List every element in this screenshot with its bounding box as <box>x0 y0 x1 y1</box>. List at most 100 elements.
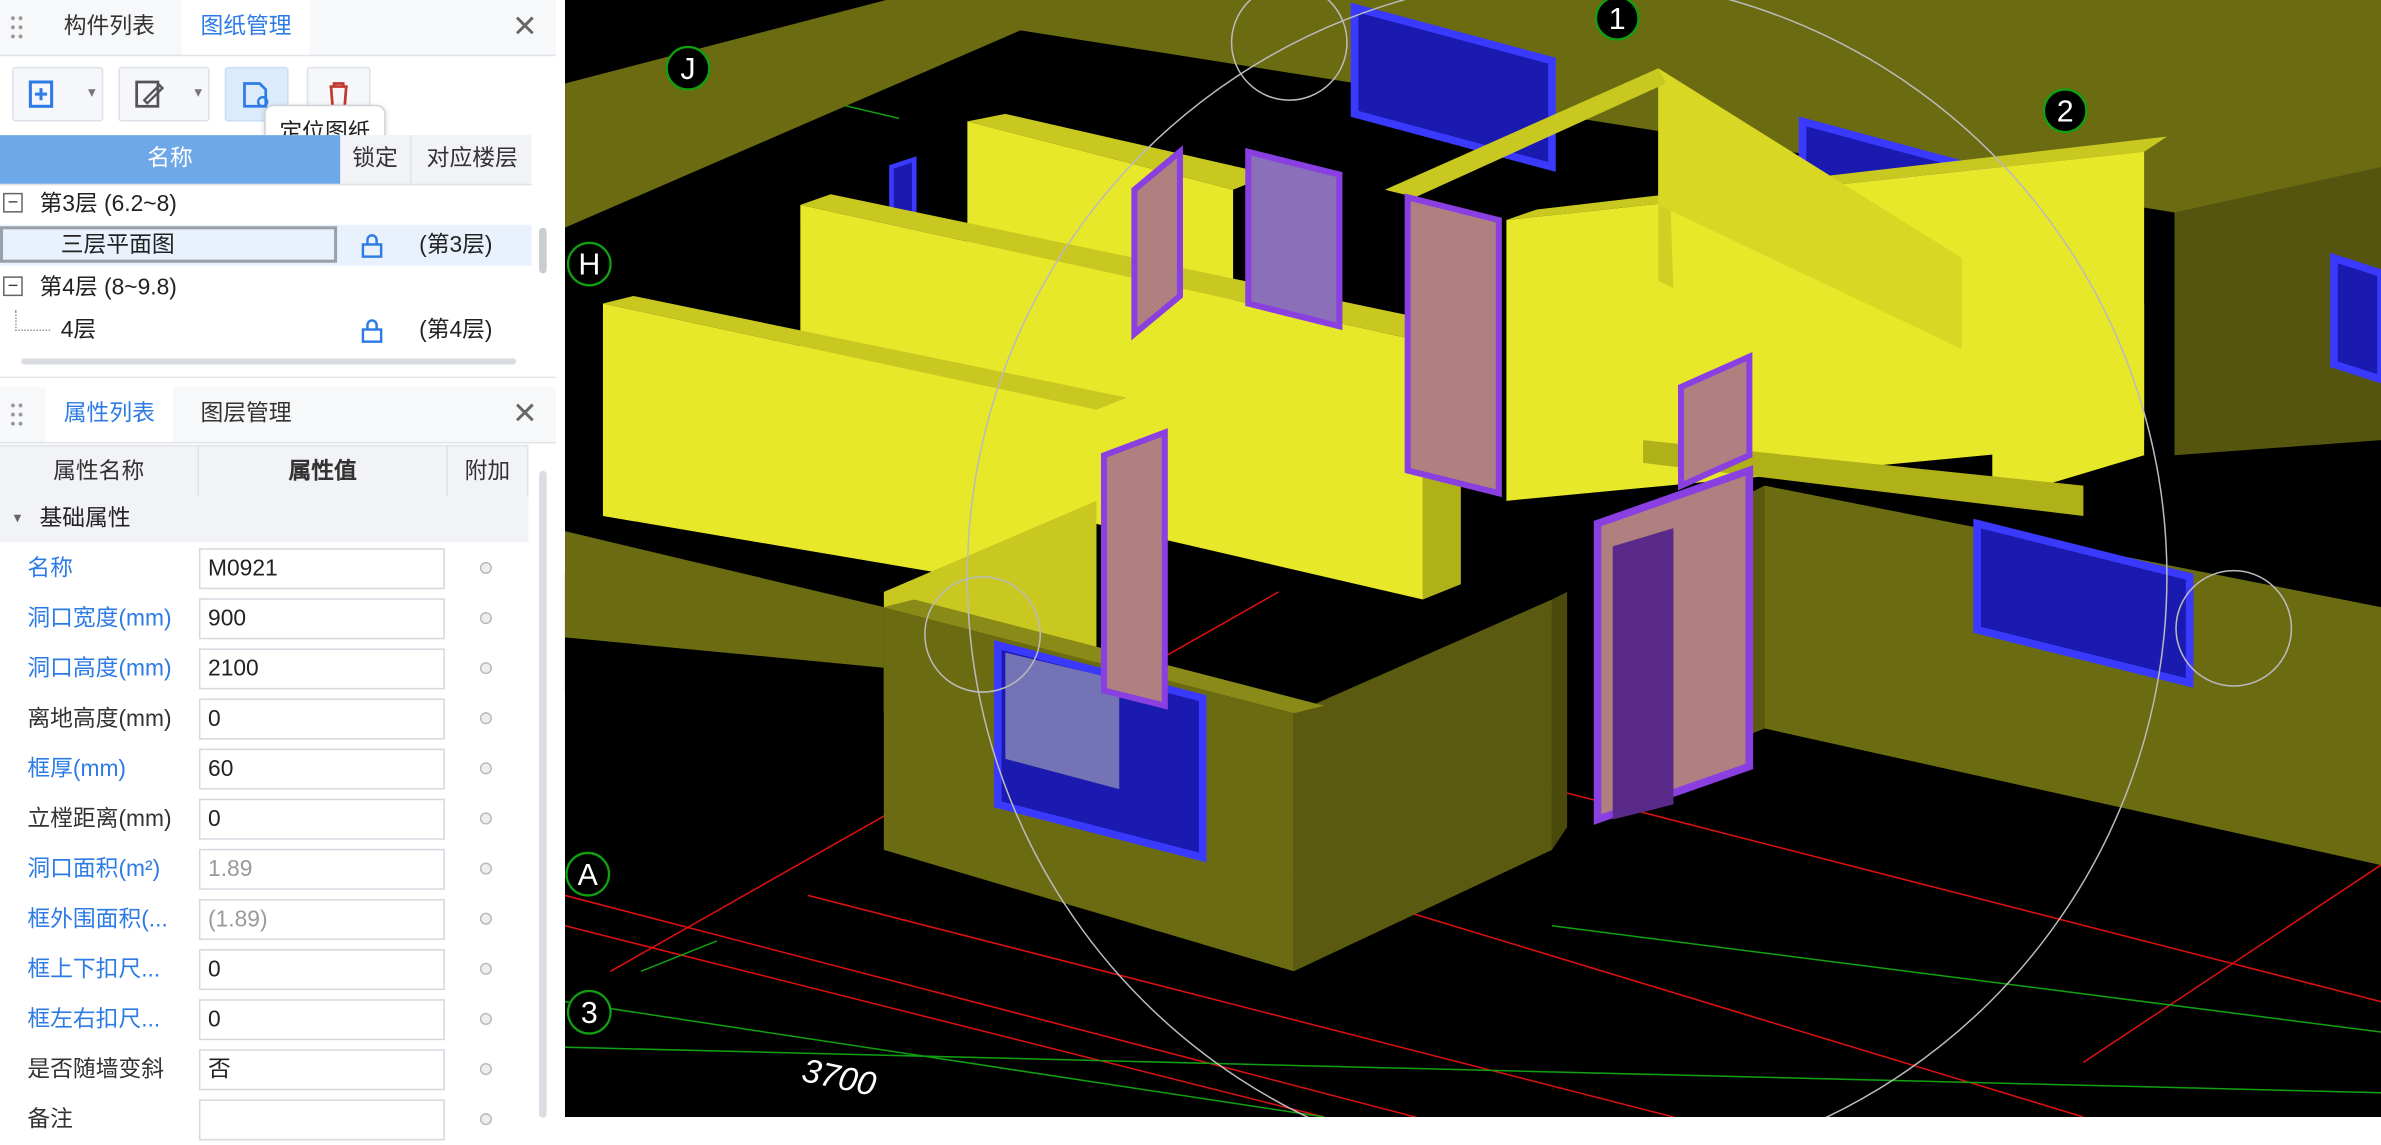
axis-label-J: J <box>680 53 695 86</box>
property-value-field[interactable]: 0 <box>198 999 445 1041</box>
drawing-panel-header: 构件列表 图纸管理 ✕ <box>0 0 556 57</box>
left-sidebar: 构件列表 图纸管理 ✕ ▾ ▾ 定位图纸 名称 锁定 对应楼层 − 第3层 (6… <box>0 0 587 1141</box>
drawing-name[interactable]: 三层平面图 <box>61 225 175 266</box>
column-floor[interactable]: 对应楼层 <box>409 135 533 184</box>
drawing-table-header: 名称 锁定 对应楼层 <box>0 135 533 186</box>
axis-label-1: 1 <box>1609 3 1626 36</box>
property-value-field[interactable]: 900 <box>198 598 445 640</box>
group-expand-icon[interactable]: ▾ <box>14 497 22 543</box>
extra-toggle-icon[interactable] <box>479 712 492 725</box>
horizontal-scrollbar[interactable] <box>21 358 517 365</box>
dropdown-arrow-icon[interactable]: ▾ <box>88 85 96 102</box>
property-row[interactable]: 洞口面积(m²) 1.89 <box>0 844 528 894</box>
property-value-field[interactable]: (1.89) <box>198 898 445 940</box>
dropdown-arrow-icon[interactable]: ▾ <box>194 85 202 102</box>
axis-label-H: H <box>578 249 600 282</box>
collapse-icon[interactable]: − <box>3 193 23 213</box>
property-row[interactable]: 洞口宽度(mm) 900 <box>0 594 528 644</box>
group-label: 基础属性 <box>39 505 131 532</box>
drawing-name[interactable]: 4层 <box>61 310 96 351</box>
property-label: 洞口宽度(mm) <box>27 605 172 632</box>
tree-connector <box>15 309 51 332</box>
drawing-row[interactable]: 三层平面图 (第3层) <box>0 224 532 266</box>
property-label: 名称 <box>27 555 73 582</box>
collapse-icon[interactable]: − <box>3 276 23 297</box>
property-value-field[interactable]: 1.89 <box>198 848 445 890</box>
property-row[interactable]: 备注 <box>0 1095 528 1145</box>
property-label: 备注 <box>27 1106 73 1133</box>
extra-toggle-icon[interactable] <box>479 1062 492 1076</box>
drag-grip-icon[interactable] <box>9 13 25 41</box>
tab-property-list[interactable]: 属性列表 <box>45 387 174 442</box>
property-row[interactable]: 立樘距离(mm) 0 <box>0 794 528 844</box>
property-value-field[interactable]: M0921 <box>198 548 445 590</box>
extra-toggle-icon[interactable] <box>479 561 492 574</box>
column-lock[interactable]: 锁定 <box>340 135 410 184</box>
property-label: 框厚(mm) <box>27 756 127 783</box>
edit-drawing-button[interactable]: ▾ <box>118 66 210 122</box>
extra-toggle-icon[interactable] <box>479 912 492 925</box>
3d-viewport[interactable]: J H A 3 1 2 3700 <box>565 0 2381 1117</box>
extra-toggle-icon[interactable] <box>479 611 492 625</box>
property-row[interactable]: 框上下扣尺... 0 <box>0 945 528 995</box>
property-value-field[interactable]: 0 <box>198 698 445 740</box>
floor-group-label: 第4层 (8~9.8) <box>39 274 177 301</box>
extra-toggle-icon[interactable] <box>479 862 492 875</box>
extra-toggle-icon[interactable] <box>479 1113 492 1126</box>
extra-toggle-icon[interactable] <box>479 662 492 675</box>
drawing-scrollbar[interactable] <box>539 227 547 274</box>
mapped-floor[interactable]: (第3层) <box>419 225 492 266</box>
axis-label-2: 2 <box>2057 95 2074 128</box>
3d-model-view[interactable]: J H A 3 1 2 3700 <box>565 0 2381 1117</box>
property-row[interactable]: 框左右扣尺... 0 <box>0 995 528 1045</box>
extra-toggle-icon[interactable] <box>479 812 492 825</box>
column-name[interactable]: 名称 <box>0 135 341 184</box>
mapped-floor[interactable]: (第4层) <box>419 310 492 351</box>
property-row[interactable]: 框外围面积(... (1.89) <box>0 894 528 944</box>
property-row[interactable]: 框厚(mm) 60 <box>0 744 528 794</box>
property-label: 框外围面积(... <box>27 906 168 933</box>
column-extra[interactable]: 附加 <box>448 446 529 497</box>
property-value-field[interactable]: 否 <box>198 1049 445 1091</box>
extra-toggle-icon[interactable] <box>479 962 492 975</box>
drag-grip-icon[interactable] <box>9 400 25 429</box>
drawing-row[interactable]: 4层 (第4层) <box>0 309 531 351</box>
property-label: 框上下扣尺... <box>27 956 161 983</box>
property-group-basic[interactable]: ▾ 基础属性 <box>0 496 529 543</box>
property-value-field[interactable]: 2100 <box>198 648 445 690</box>
extra-toggle-icon[interactable] <box>479 1012 492 1025</box>
column-property-name[interactable]: 属性名称 <box>0 446 199 497</box>
column-property-value[interactable]: 属性值 <box>199 446 448 497</box>
property-value-field[interactable]: 0 <box>198 949 445 991</box>
add-drawing-button[interactable]: ▾ <box>12 66 104 122</box>
property-label: 是否随墙变斜 <box>27 1056 165 1083</box>
property-value-field[interactable]: 60 <box>198 748 445 790</box>
tab-layer-management[interactable]: 图层管理 <box>182 387 310 442</box>
property-label: 洞口面积(m²) <box>27 856 161 883</box>
axis-label-A: A <box>578 859 599 892</box>
property-value-field[interactable] <box>198 1099 445 1141</box>
property-row[interactable]: 洞口高度(mm) 2100 <box>0 644 528 694</box>
panel-divider <box>0 376 556 379</box>
lock-icon[interactable] <box>358 319 385 343</box>
property-row[interactable]: 名称 M0921 <box>0 544 528 594</box>
tab-drawing-management[interactable]: 图纸管理 <box>182 0 310 55</box>
property-scrollbar[interactable] <box>539 470 547 1118</box>
property-value-field[interactable]: 0 <box>198 798 445 840</box>
floor-group-row[interactable]: − 第4层 (8~9.8) <box>0 267 531 308</box>
floor-group-label: 第3层 (6.2~8) <box>39 191 177 218</box>
floor-group-row[interactable]: − 第3层 (6.2~8) <box>0 184 531 225</box>
add-drawing-icon <box>28 80 54 108</box>
extra-toggle-icon[interactable] <box>479 762 492 775</box>
edit-drawing-icon <box>135 80 165 108</box>
property-label: 立樘距离(mm) <box>27 806 172 833</box>
close-icon[interactable]: ✕ <box>512 399 537 429</box>
property-row[interactable]: 离地高度(mm) 0 <box>0 694 528 744</box>
close-icon[interactable]: ✕ <box>512 12 537 42</box>
property-row[interactable]: 是否随墙变斜 否 <box>0 1045 528 1095</box>
axis-label-3: 3 <box>581 997 598 1030</box>
tab-component-list[interactable]: 构件列表 <box>46 0 174 55</box>
property-label: 框左右扣尺... <box>27 1006 161 1033</box>
lock-icon[interactable] <box>358 234 385 258</box>
property-panel-header: 属性列表 图层管理 ✕ <box>0 387 556 444</box>
